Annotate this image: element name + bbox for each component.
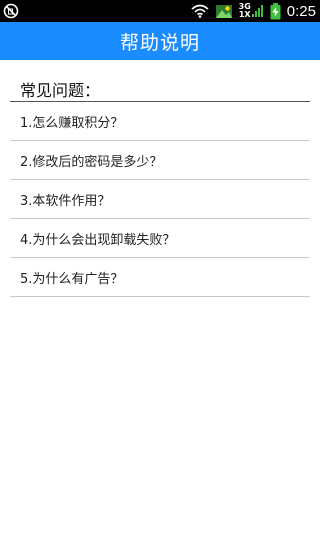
battery-charging-icon <box>270 2 281 20</box>
faq-section: 常见问题： 1.怎么赚取积分？ 2.修改后的密码是多少？ 3.本软件作用？ 4.… <box>10 76 310 297</box>
faq-item-uninstall-failure[interactable]: 4.为什么会出现卸载失败？ <box>10 219 310 258</box>
status-bar: 3G 1X 0:25 <box>0 0 320 22</box>
faq-item-software-purpose[interactable]: 3.本软件作用？ <box>10 180 310 219</box>
faq-item-earn-points[interactable]: 1.怎么赚取积分？ <box>10 102 310 141</box>
network-type-bottom: 1X <box>238 10 251 19</box>
no-sim-icon <box>3 3 19 19</box>
title-bar: 帮助说明 <box>0 22 320 60</box>
faq-item-password[interactable]: 2.修改后的密码是多少？ <box>10 141 310 180</box>
page-title: 帮助说明 <box>119 31 200 54</box>
wifi-icon <box>191 4 209 18</box>
faq-heading: 常见问题： <box>10 76 310 102</box>
network-indicator-icon: 3G 1X <box>239 3 264 19</box>
faq-item-ads[interactable]: 5.为什么有广告？ <box>10 258 310 297</box>
gallery-notification-icon <box>215 3 233 19</box>
status-clock: 0:25 <box>286 2 316 20</box>
